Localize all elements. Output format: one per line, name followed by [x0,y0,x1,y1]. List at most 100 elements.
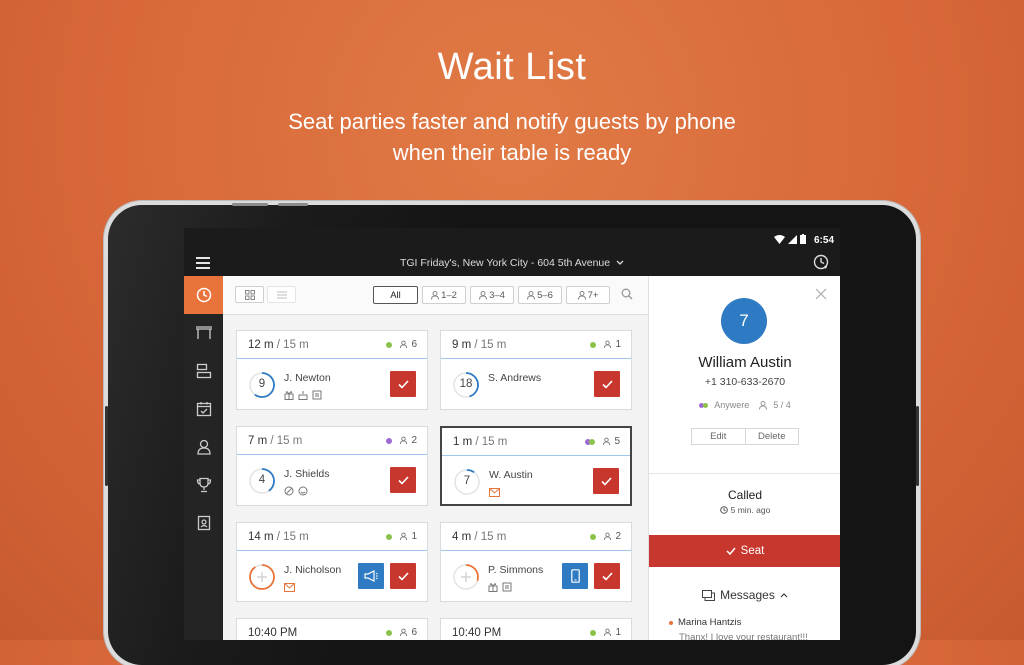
wait-time: 9 m / 15 m [452,339,506,351]
time-separator: / [471,339,481,351]
restaurant-selector[interactable]: TGI Friday's, New York City - 604 5th Av… [184,257,840,269]
grid-view-button[interactable] [235,286,264,303]
card-meta: 5 [585,436,620,447]
check-icon [600,476,612,486]
seat-check-button[interactable] [594,371,620,397]
card-body: P. Simmons [441,551,631,602]
wait-list-card[interactable]: 4 m / 15 m 2 P. Simmons [440,522,632,602]
party-icon-wrap [400,532,408,541]
card-meta: 2 [590,531,621,542]
filter-7-plus[interactable]: 7+ [566,286,610,304]
wait-list-card[interactable]: 10:40 PM 6 [236,618,428,640]
card-body: 4 J. Shields [237,455,427,506]
wait-list-card[interactable]: 14 m / 15 m 1 J. Nicholson [236,522,428,602]
card-body: 9 J. Newton [237,359,427,410]
wait-list-card[interactable]: 7 m / 15 m 2 4 J. Shields [236,426,428,506]
wait-time: 1 m / 15 m [453,436,507,448]
seat-check-button[interactable] [593,468,619,494]
nav-tables[interactable] [184,314,223,352]
nav-contacts[interactable] [184,504,223,542]
notify-button[interactable] [358,563,384,589]
wait-list-card[interactable]: 10:40 PM 1 [440,618,632,640]
seat-button[interactable]: Seat [649,535,840,567]
card-header: 1 m / 15 m 5 [442,428,630,456]
party-size: 6 [411,627,417,638]
wait-list-card[interactable]: 12 m / 15 m 6 9 J. Newton [236,330,428,410]
seat-check-button[interactable] [594,563,620,589]
smile-icon [298,483,308,501]
card-header: 12 m / 15 m 6 [237,331,427,359]
divider [649,473,840,474]
wait-time: 10:40 PM [248,627,297,639]
message-text: Thanx! I love your restaurant!!! [679,632,808,640]
nav-wait-list[interactable] [184,276,223,314]
card-header: 4 m / 15 m 2 [441,523,631,551]
filter-3-4[interactable]: 3–4 [470,286,514,304]
seat-check-button[interactable] [390,371,416,397]
message-author-name: Marina Hantzis [678,617,742,628]
nav-reservations[interactable] [184,390,223,428]
party-icon-wrap [400,628,408,637]
check-icon [397,379,409,389]
filter-5-6[interactable]: 5–6 [518,286,562,304]
wait-list-card[interactable]: 1 m / 15 m 5 7 W. Austin [440,426,632,506]
person-small-icon [400,436,408,445]
promo-subtitle-line2: when their table is ready [392,140,632,165]
left-nav [184,276,223,640]
guest-tags: Anywere 5 / 4 [649,400,840,410]
wait-list-card[interactable]: 9 m / 15 m 1 18 S. Andrews [440,330,632,410]
party-size: 2 [615,531,621,542]
side-button-left [105,406,108,486]
card-meta: 6 [386,339,417,350]
clock-small-icon [719,506,728,514]
card-header: 10:40 PM 6 [237,619,427,640]
nav-floor-plan[interactable] [184,352,223,390]
volume-button [232,203,268,206]
search-icon[interactable] [621,288,633,300]
seat-check-button[interactable] [390,467,416,493]
history-icon[interactable] [812,253,830,271]
messages-toggle[interactable]: Messages [649,588,840,602]
top-app-bar: TGI Friday's, New York City - 604 5th Av… [184,250,840,276]
wait-list-toolbar: All 1–2 3–4 5–6 7+ [223,276,648,315]
promo-title: Wait List [437,46,587,88]
detail-actions: Edit Delete [691,428,799,445]
seat-check-button[interactable] [390,563,416,589]
notify-button[interactable] [562,563,588,589]
guest-name: P. Simmons [488,564,544,576]
nav-guests[interactable] [184,428,223,466]
nav-rewards[interactable] [184,466,223,504]
time-separator: / [273,339,284,351]
status-icons [774,234,806,244]
filter-all[interactable]: All [373,286,418,304]
party-icon-wrap [604,532,612,541]
elapsed-time: 10:40 PM [248,627,298,639]
wifi-icon [774,234,785,244]
edit-button[interactable]: Edit [692,429,745,444]
person-small-icon [759,400,768,410]
status-bar: 6:54 [184,228,840,250]
time-separator: / [267,435,277,447]
wait-list-panel: All 1–2 3–4 5–6 7+ 12 m / 15 m 6 9 J. Newto… [223,276,648,640]
gift-icon [284,387,294,405]
battery-icon [800,234,806,244]
card-header: 9 m / 15 m 1 [441,331,631,359]
party-icon-wrap [400,436,408,445]
chevron-up-icon [780,593,788,598]
status-time: 6:54 [813,235,834,246]
filter-1-2[interactable]: 1–2 [422,286,466,304]
close-icon[interactable] [815,288,827,300]
card-meta: 1 [386,531,417,542]
party-progress-ring [248,563,276,596]
seating-dots [699,402,709,408]
elapsed-time: 9 m [452,339,472,351]
guest-icons [488,579,512,597]
list-view-button[interactable] [267,286,296,303]
guest-phone[interactable]: +1 310-633-2670 [649,376,840,388]
power-button [278,203,308,206]
party-progress-ring: 7 [453,468,481,501]
person-small-icon [400,340,408,349]
party-progress-ring: 18 [452,371,480,404]
guest-name: J. Shields [284,468,330,480]
delete-button[interactable]: Delete [744,429,799,444]
